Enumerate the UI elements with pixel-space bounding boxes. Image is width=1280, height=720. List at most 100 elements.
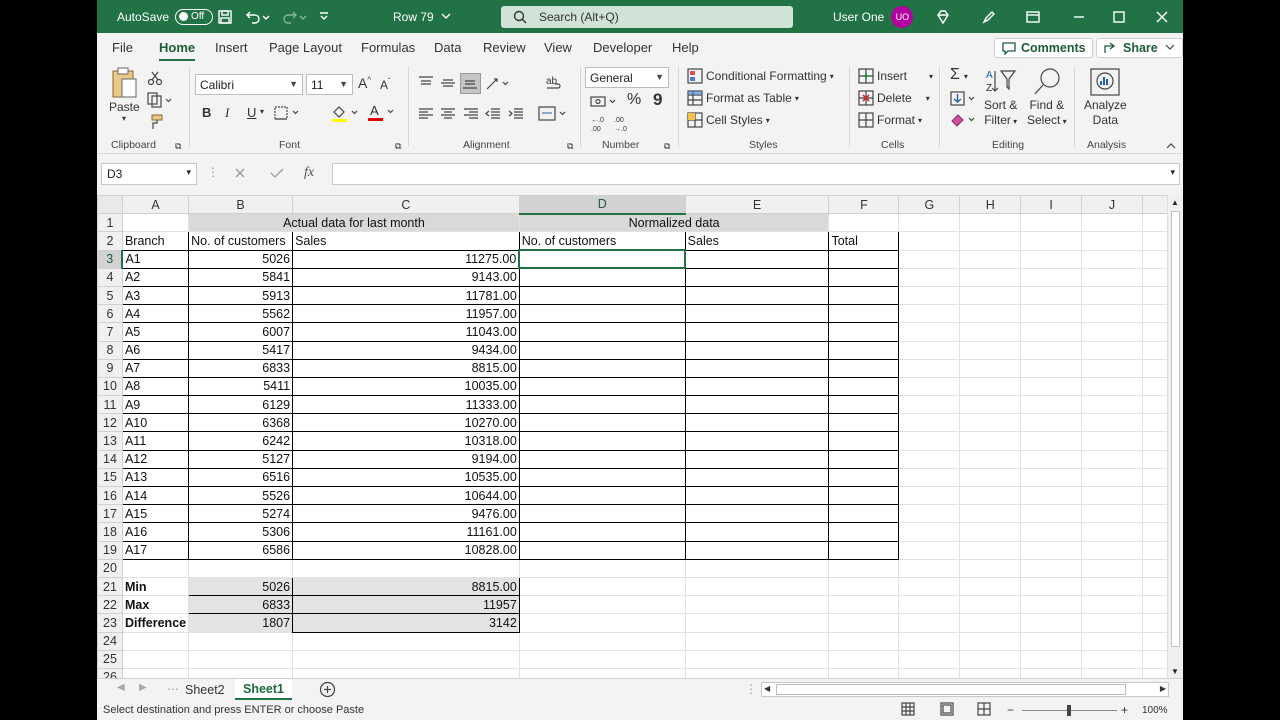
- cell[interactable]: [898, 449, 961, 469]
- cell[interactable]: [898, 667, 961, 678]
- font-launcher-icon[interactable]: ⧉: [395, 141, 401, 152]
- sort-filter-button[interactable]: AZ Sort & Filter ▾: [984, 67, 1017, 129]
- font-color-button[interactable]: A: [367, 103, 397, 124]
- page-layout-view-button[interactable]: [940, 702, 954, 719]
- norm-customers-cell[interactable]: [518, 449, 686, 469]
- increase-decimal-button[interactable]: ←.0.00: [590, 114, 608, 135]
- sales-cell[interactable]: 9194.00: [292, 449, 520, 469]
- formula-input[interactable]: ▾: [332, 163, 1180, 185]
- cell[interactable]: [898, 631, 961, 651]
- cell[interactable]: [1020, 395, 1083, 415]
- scroll-down-icon[interactable]: ▼: [1171, 667, 1179, 676]
- tab-split-icon[interactable]: ⋮: [745, 682, 757, 696]
- cell[interactable]: [959, 231, 1022, 251]
- cell[interactable]: [518, 649, 686, 669]
- total-cell[interactable]: [828, 431, 900, 451]
- norm-sales-cell[interactable]: [684, 267, 830, 287]
- cell[interactable]: [959, 322, 1022, 342]
- scroll-right-icon[interactable]: ▶: [1160, 684, 1166, 693]
- cell[interactable]: [959, 304, 1022, 324]
- cell[interactable]: [1081, 249, 1143, 269]
- row-header[interactable]: 17: [97, 504, 123, 524]
- cell[interactable]: [828, 631, 900, 651]
- insert-cells-button[interactable]: Insert ▾: [858, 68, 933, 84]
- tab-data[interactable]: Data: [434, 40, 461, 55]
- cell[interactable]: [1081, 322, 1143, 342]
- header-norm-sales[interactable]: Sales: [684, 231, 830, 251]
- insert-function-button[interactable]: fx: [304, 165, 314, 181]
- branch-cell[interactable]: A7: [121, 358, 190, 378]
- redo-button[interactable]: [281, 0, 307, 33]
- cell[interactable]: [898, 267, 961, 287]
- collapse-ribbon-button[interactable]: [1165, 140, 1177, 154]
- cell[interactable]: [1020, 358, 1083, 378]
- header-customers[interactable]: No. of customers: [188, 231, 294, 251]
- row-header[interactable]: 8: [97, 340, 123, 360]
- total-cell[interactable]: [828, 322, 900, 342]
- cell[interactable]: [898, 249, 961, 269]
- row-header[interactable]: 4: [97, 267, 123, 287]
- cell[interactable]: [518, 576, 686, 597]
- find-select-button[interactable]: Find & Select ▾: [1027, 67, 1067, 129]
- cell[interactable]: [959, 613, 1022, 633]
- confirm-entry-button[interactable]: [269, 166, 285, 183]
- row-header[interactable]: 15: [97, 467, 123, 488]
- column-header-h[interactable]: H: [959, 195, 1022, 215]
- row-header[interactable]: 25: [97, 649, 123, 669]
- pen-button[interactable]: [981, 0, 997, 33]
- increase-indent-button[interactable]: [508, 106, 524, 125]
- decrease-decimal-button[interactable]: .00 →.0: [613, 114, 631, 135]
- cell[interactable]: [1081, 340, 1143, 360]
- next-sheet-icon[interactable]: ▶: [139, 682, 147, 693]
- sales-cell[interactable]: 11333.00: [292, 395, 520, 415]
- cell[interactable]: [898, 485, 961, 506]
- row-header[interactable]: 12: [97, 413, 123, 433]
- cell[interactable]: [1081, 667, 1143, 678]
- norm-sales-cell[interactable]: [684, 431, 830, 451]
- sales-cell[interactable]: 11161.00: [292, 522, 520, 542]
- sales-cell[interactable]: 9476.00: [292, 504, 520, 524]
- row-header[interactable]: 14: [97, 449, 123, 469]
- align-center-button[interactable]: [440, 106, 456, 125]
- account-button[interactable]: User One UO: [833, 0, 914, 33]
- cell-a1[interactable]: [121, 213, 190, 233]
- row-header[interactable]: 26: [97, 667, 123, 678]
- fill-color-button[interactable]: [331, 104, 361, 125]
- cell[interactable]: [684, 649, 830, 669]
- cell[interactable]: [898, 649, 961, 669]
- customers-cell[interactable]: 5306: [188, 522, 294, 542]
- branch-cell[interactable]: A3: [121, 285, 190, 306]
- cell[interactable]: [292, 667, 520, 678]
- cell[interactable]: [898, 358, 961, 378]
- column-header-j[interactable]: J: [1081, 195, 1143, 215]
- total-cell[interactable]: [828, 376, 900, 397]
- format-cells-button[interactable]: Format ▾: [858, 112, 922, 128]
- norm-customers-cell[interactable]: [518, 267, 686, 287]
- cell[interactable]: [1020, 504, 1083, 524]
- header-branch[interactable]: Branch: [121, 231, 190, 251]
- cell[interactable]: [188, 667, 294, 678]
- fill-button[interactable]: [950, 91, 978, 110]
- norm-sales-cell[interactable]: [684, 449, 830, 469]
- norm-sales-cell[interactable]: [684, 467, 830, 488]
- customers-cell[interactable]: 5411: [188, 376, 294, 397]
- search-box[interactable]: Search (Alt+Q): [501, 6, 793, 28]
- cell[interactable]: [1020, 522, 1083, 542]
- norm-customers-cell[interactable]: [518, 467, 686, 488]
- undo-button[interactable]: [244, 0, 270, 33]
- sales-cell[interactable]: 10644.00: [292, 485, 520, 506]
- row-header[interactable]: 10: [97, 376, 123, 397]
- chevron-down-icon[interactable]: ▾: [260, 107, 264, 116]
- decrease-indent-button[interactable]: [485, 106, 501, 125]
- row-header[interactable]: 21: [97, 576, 123, 597]
- cell[interactable]: [1081, 522, 1143, 542]
- cell[interactable]: [898, 576, 961, 597]
- cell[interactable]: [684, 667, 830, 678]
- cell[interactable]: [1081, 413, 1143, 433]
- active-cell-d3[interactable]: [518, 249, 687, 270]
- norm-customers-cell[interactable]: [518, 504, 686, 524]
- cell[interactable]: [959, 249, 1022, 269]
- cut-button[interactable]: [147, 70, 163, 89]
- cancel-entry-button[interactable]: [233, 166, 247, 183]
- branch-cell[interactable]: A13: [121, 467, 190, 488]
